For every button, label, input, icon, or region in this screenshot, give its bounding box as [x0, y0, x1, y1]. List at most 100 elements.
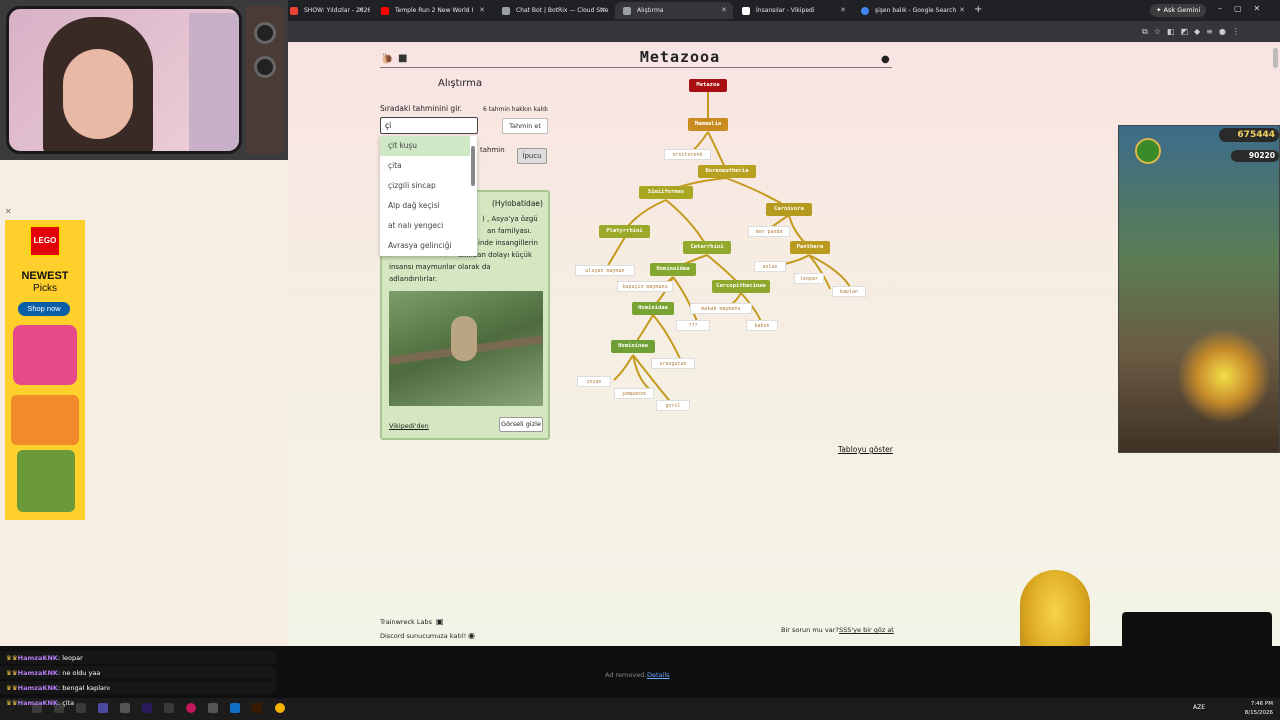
faq-link[interactable]: SSS'ye bir göz at: [839, 626, 894, 634]
dropdown-option[interactable]: at nalı yengeci: [380, 216, 470, 236]
premiere-icon[interactable]: [142, 703, 152, 713]
footer-brand[interactable]: Trainwreck Labs: [380, 618, 432, 626]
footer-discord[interactable]: Discord sunucumuza katıl!: [380, 632, 466, 640]
tree-node: Homininae: [611, 340, 655, 353]
tree-node: Metazoa: [689, 79, 727, 92]
remaining-guesses: 6 tahmin hakkın kaldı: [483, 106, 548, 113]
card-family: (Hylobatidae): [492, 199, 543, 208]
google-icon: [861, 7, 869, 15]
keyboard-language[interactable]: AZE: [1193, 704, 1205, 711]
browser-tab[interactable]: şişen balık - Google Search ✕: [853, 2, 971, 19]
settings-icon[interactable]: [208, 703, 218, 713]
discord-icon: ◉: [468, 631, 475, 640]
page-heading: Alıştırma: [438, 78, 483, 89]
ask-gemini-button[interactable]: ✦ Ask Gemini: [1150, 4, 1207, 17]
close-icon[interactable]: ✕: [479, 2, 485, 19]
taskbar-app-icon[interactable]: [76, 703, 86, 713]
ad-shop-now-button[interactable]: Shop now: [18, 302, 70, 316]
card-line: adlandırılırlar.: [389, 275, 438, 283]
tree-node: Hominoidea: [650, 263, 696, 276]
dropdown-option[interactable]: Avrasya gelinciği: [380, 236, 470, 256]
close-icon[interactable]: ✕: [959, 2, 965, 19]
show-table-link[interactable]: Tabloyu göster: [838, 445, 893, 454]
ad-subline: Picks: [33, 283, 57, 294]
page-scrollbar[interactable]: [1273, 48, 1278, 68]
tree-leaf: babun: [746, 320, 778, 331]
lego-logo: LEGO: [29, 225, 61, 257]
game-coins: 90220: [1231, 150, 1279, 162]
clock-date[interactable]: 8/15/2026: [1238, 710, 1273, 716]
stats-icon[interactable]: ■: [398, 53, 407, 64]
autocomplete-dropdown: çit kuşu çita çizgili sincap Alp dağ keç…: [380, 136, 477, 256]
lego-ad[interactable]: LEGO NEWEST Picks Shop now: [5, 220, 85, 520]
game-runner: [1179, 326, 1269, 426]
close-icon[interactable]: ✕: [358, 2, 364, 19]
hint-label: tahmin: [480, 146, 505, 154]
user-icon[interactable]: ●: [881, 54, 890, 65]
tree-leaf: ???: [676, 320, 710, 331]
tree-leaf: leopar: [794, 273, 824, 284]
ad-product-image: [11, 395, 79, 445]
tree-leaf: goril: [656, 400, 690, 411]
browser-tab[interactable]: Temple Run 2 New World I ✕: [373, 2, 491, 19]
tree-leaf: makak maymunu: [690, 303, 752, 314]
knob-icon: [254, 22, 276, 44]
badge-icon: ♛♛: [6, 684, 18, 692]
card-line: inde insangillerin: [478, 239, 538, 247]
badge-icon: ♛♛: [6, 669, 18, 677]
browser-tab[interactable]: İnsansılar - Vikipedi ✕: [734, 2, 852, 19]
tree-leaf: orangutan: [651, 358, 695, 369]
tv-frame-side: [246, 6, 284, 154]
taskbar-app-icon[interactable]: [98, 703, 108, 713]
tree-leaf: aslan: [754, 261, 786, 272]
hide-image-button[interactable]: Görseli gizle: [499, 417, 543, 432]
obs-icon[interactable]: [186, 703, 196, 713]
close-icon[interactable]: ✕: [840, 2, 846, 19]
badge-icon: ♛♛: [6, 654, 18, 662]
tab-favicon-icon: [290, 7, 298, 15]
hint-button[interactable]: İpucu: [517, 148, 547, 164]
window-controls[interactable]: –▢✕: [1218, 4, 1272, 13]
browser-tab[interactable]: SHOW: Yıldızlar - 2026 | ✕: [282, 2, 370, 19]
tree-node: Platyrrhini: [599, 225, 650, 238]
site-title: Metazooa: [639, 48, 721, 66]
taskbar-app-icon[interactable]: [164, 703, 174, 713]
dropdown-option[interactable]: Alp dağ keçisi: [380, 196, 470, 216]
wikipedia-link[interactable]: Vikipedi'den: [389, 422, 429, 430]
dropdown-option[interactable]: çita: [380, 156, 470, 176]
temple-run-overlay: 675444 90220: [1118, 125, 1280, 453]
tree-leaf: insan: [577, 376, 611, 387]
tree-node: Cercopithecinae: [712, 280, 770, 293]
chrome-icon[interactable]: [275, 703, 285, 713]
header-divider: [380, 67, 892, 68]
close-ad-icon[interactable]: ✕: [5, 207, 12, 216]
tree-node: Boreoeutheria: [698, 165, 756, 178]
illustrator-icon[interactable]: [252, 703, 262, 713]
faq-prefix: Bir sorun mu var?: [781, 626, 839, 634]
ad-headline: NEWEST: [21, 270, 69, 282]
browser-tab[interactable]: Chat Bot | BotRix — Cloud Stre ✕: [494, 2, 612, 19]
clock-time[interactable]: 7:46 PM: [1243, 701, 1273, 707]
taskbar-app-icon[interactable]: [120, 703, 130, 713]
tree-node: Carnivora: [766, 203, 812, 216]
close-icon[interactable]: ✕: [600, 2, 606, 19]
snail-icon[interactable]: 🐌: [381, 54, 393, 65]
toolbar-icons[interactable]: ⧉☆◧◩◆≡●⋮: [1142, 27, 1272, 37]
close-icon[interactable]: ✕: [721, 2, 727, 19]
tree-node: Panthera: [790, 241, 830, 254]
vscode-icon[interactable]: [230, 703, 240, 713]
guess-button[interactable]: Tahmin et: [502, 118, 548, 134]
tree-node: Hominidae: [632, 302, 674, 315]
guess-prompt: Sıradaki tahminini gir.: [380, 104, 463, 113]
dropdown-option[interactable]: çizgili sincap: [380, 176, 470, 196]
tree-leaf: uluyan maymun: [575, 265, 635, 276]
tree-node: Simiiformes: [639, 186, 693, 199]
dropdown-scrollbar[interactable]: [471, 146, 475, 186]
streamer-face: [63, 49, 133, 139]
dropdown-option[interactable]: çit kuşu: [380, 136, 470, 156]
ad-details-link[interactable]: Details: [647, 671, 670, 679]
guess-input[interactable]: [380, 117, 478, 134]
new-tab-button[interactable]: +: [974, 4, 982, 15]
chair-back: [189, 13, 239, 151]
browser-tab-active[interactable]: Alıştırma ✕: [615, 2, 733, 19]
